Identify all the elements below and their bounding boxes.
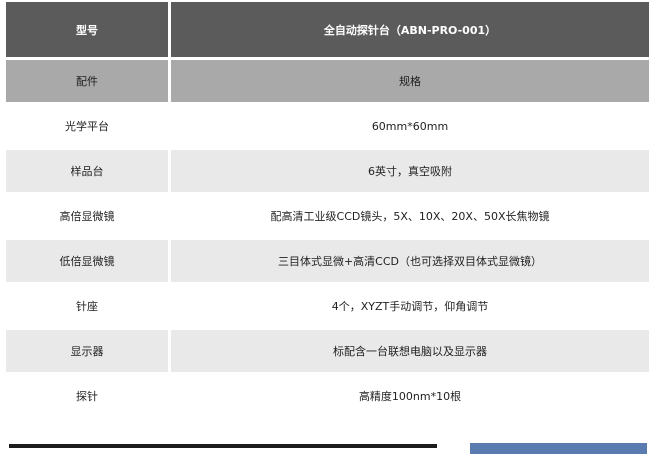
- header-model-value: 全自动探针台（ABN-PRO-001）: [171, 2, 649, 57]
- table-row-optical-platform: 光学平台 60mm*60mm: [6, 105, 649, 147]
- table-row-sample-stage: 样品台 6英寸，真空吸附: [6, 150, 649, 192]
- table-row-high-mag-microscope: 高倍显微镜 配高清工业级CCD镜头，5X、10X、20X、50X长焦物镜: [6, 195, 649, 237]
- table-row-probe-holder: 针座 4个，XYZT手动调节，仰角调节: [6, 285, 649, 327]
- footer-accent-blue: [470, 443, 647, 454]
- subheader-spec-label: 规格: [171, 60, 649, 102]
- row-label: 显示器: [6, 330, 168, 372]
- row-label: 针座: [6, 285, 168, 327]
- header-model-label: 型号: [6, 2, 168, 57]
- row-label: 低倍显微镜: [6, 240, 168, 282]
- row-label: 探针: [6, 375, 168, 417]
- table-header-row: 型号 全自动探针台（ABN-PRO-001）: [6, 2, 649, 57]
- row-value: 6英寸，真空吸附: [171, 150, 649, 192]
- table-row-display: 显示器 标配含一台联想电脑以及显示器: [6, 330, 649, 372]
- row-value: 高精度100nm*10根: [171, 375, 649, 417]
- row-value: 标配含一台联想电脑以及显示器: [171, 330, 649, 372]
- table-subheader-row: 配件 规格: [6, 60, 649, 102]
- row-value: 三目体式显微+高清CCD（也可选择双目体式显微镜）: [171, 240, 649, 282]
- row-label: 光学平台: [6, 105, 168, 147]
- row-value: 60mm*60mm: [171, 105, 649, 147]
- row-value: 4个，XYZT手动调节，仰角调节: [171, 285, 649, 327]
- row-value: 配高清工业级CCD镜头，5X、10X、20X、50X长焦物镜: [171, 195, 649, 237]
- table-row-probe: 探针 高精度100nm*10根: [6, 375, 649, 417]
- row-label: 高倍显微镜: [6, 195, 168, 237]
- footer-divider-dark: [9, 444, 437, 448]
- row-label: 样品台: [6, 150, 168, 192]
- subheader-part-label: 配件: [6, 60, 168, 102]
- table-row-low-mag-microscope: 低倍显微镜 三目体式显微+高清CCD（也可选择双目体式显微镜）: [6, 240, 649, 282]
- spec-table: 型号 全自动探针台（ABN-PRO-001） 配件 规格 光学平台 60mm*6…: [6, 2, 649, 420]
